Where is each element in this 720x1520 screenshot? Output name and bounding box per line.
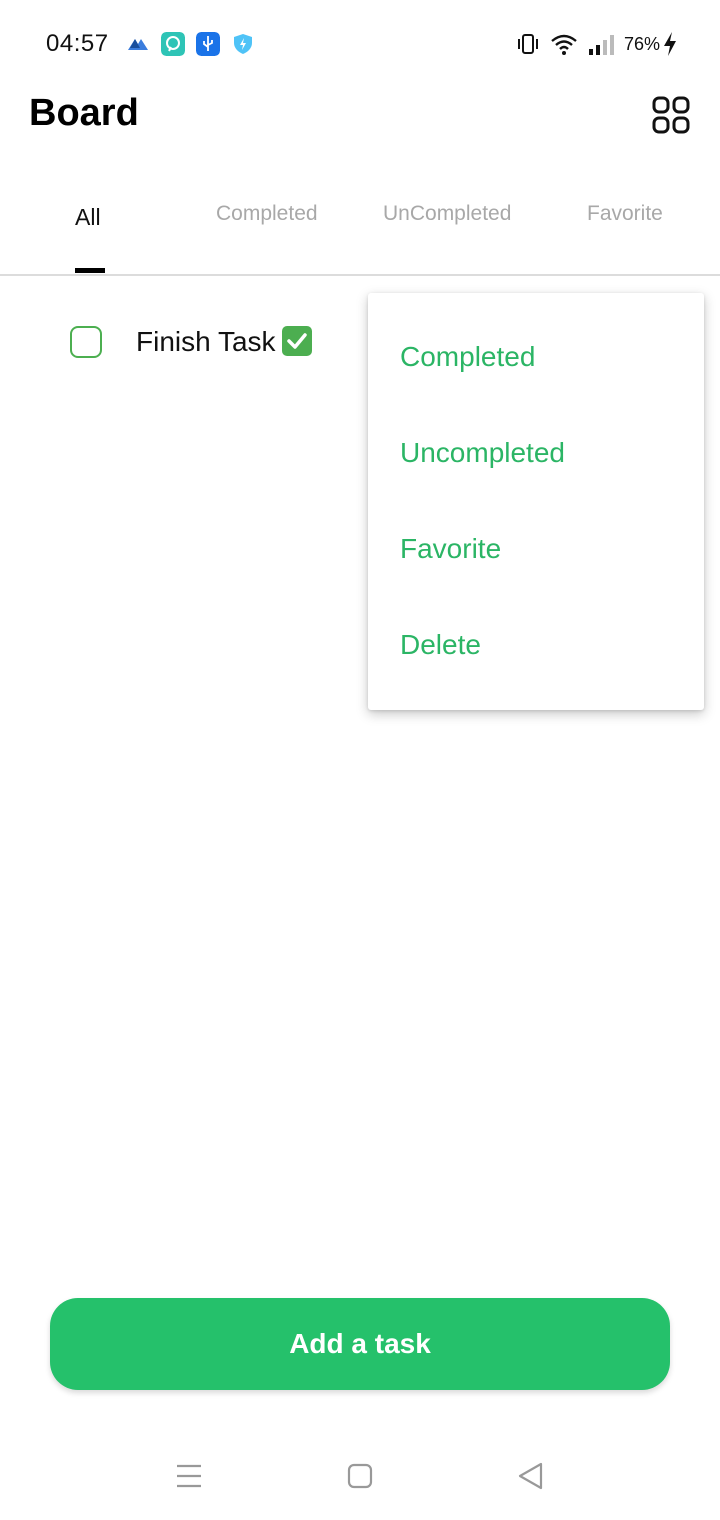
menu-item-favorite[interactable]: Favorite (400, 533, 501, 565)
page-title: Board (29, 92, 139, 134)
add-task-button[interactable]: Add a task (50, 1298, 670, 1390)
usb-icon (196, 32, 220, 56)
status-right: 76% (516, 30, 678, 58)
tab-bar: All Completed UnCompleted Favorite (0, 180, 720, 276)
status-time: 04:57 (46, 30, 109, 57)
charging-icon (664, 32, 676, 56)
context-menu: Completed Uncompleted Favorite Delete (368, 293, 704, 710)
app-icon-2 (161, 32, 185, 56)
task-item[interactable]: Finish Task (70, 320, 312, 364)
app-icon-1 (128, 39, 148, 50)
status-bar: 04:57 76% (0, 0, 720, 88)
tab-indicator (75, 268, 105, 273)
navigation-bar (0, 1440, 720, 1520)
grid-icon[interactable] (651, 95, 691, 135)
tab-favorite[interactable]: Favorite (587, 202, 663, 226)
wifi-icon (551, 34, 577, 55)
tab-all[interactable]: All (75, 204, 101, 231)
check-mark-icon (281, 326, 312, 356)
menu-item-completed[interactable]: Completed (400, 341, 535, 373)
task-checkbox[interactable] (70, 326, 102, 358)
task-text: Finish Task (136, 326, 276, 357)
menu-item-delete[interactable]: Delete (400, 629, 481, 661)
shield-icon (234, 34, 252, 54)
back-icon[interactable] (516, 1460, 546, 1492)
battery-percent: 76% (623, 33, 660, 54)
vibrate-icon (517, 34, 538, 54)
tab-uncompleted[interactable]: UnCompleted (383, 202, 511, 226)
home-icon[interactable] (346, 1460, 374, 1492)
signal-icon (588, 35, 614, 55)
menu-icon[interactable] (175, 1460, 203, 1492)
menu-item-uncompleted[interactable]: Uncompleted (400, 437, 565, 469)
task-label: Finish Task (136, 326, 312, 358)
tab-completed[interactable]: Completed (216, 202, 318, 226)
